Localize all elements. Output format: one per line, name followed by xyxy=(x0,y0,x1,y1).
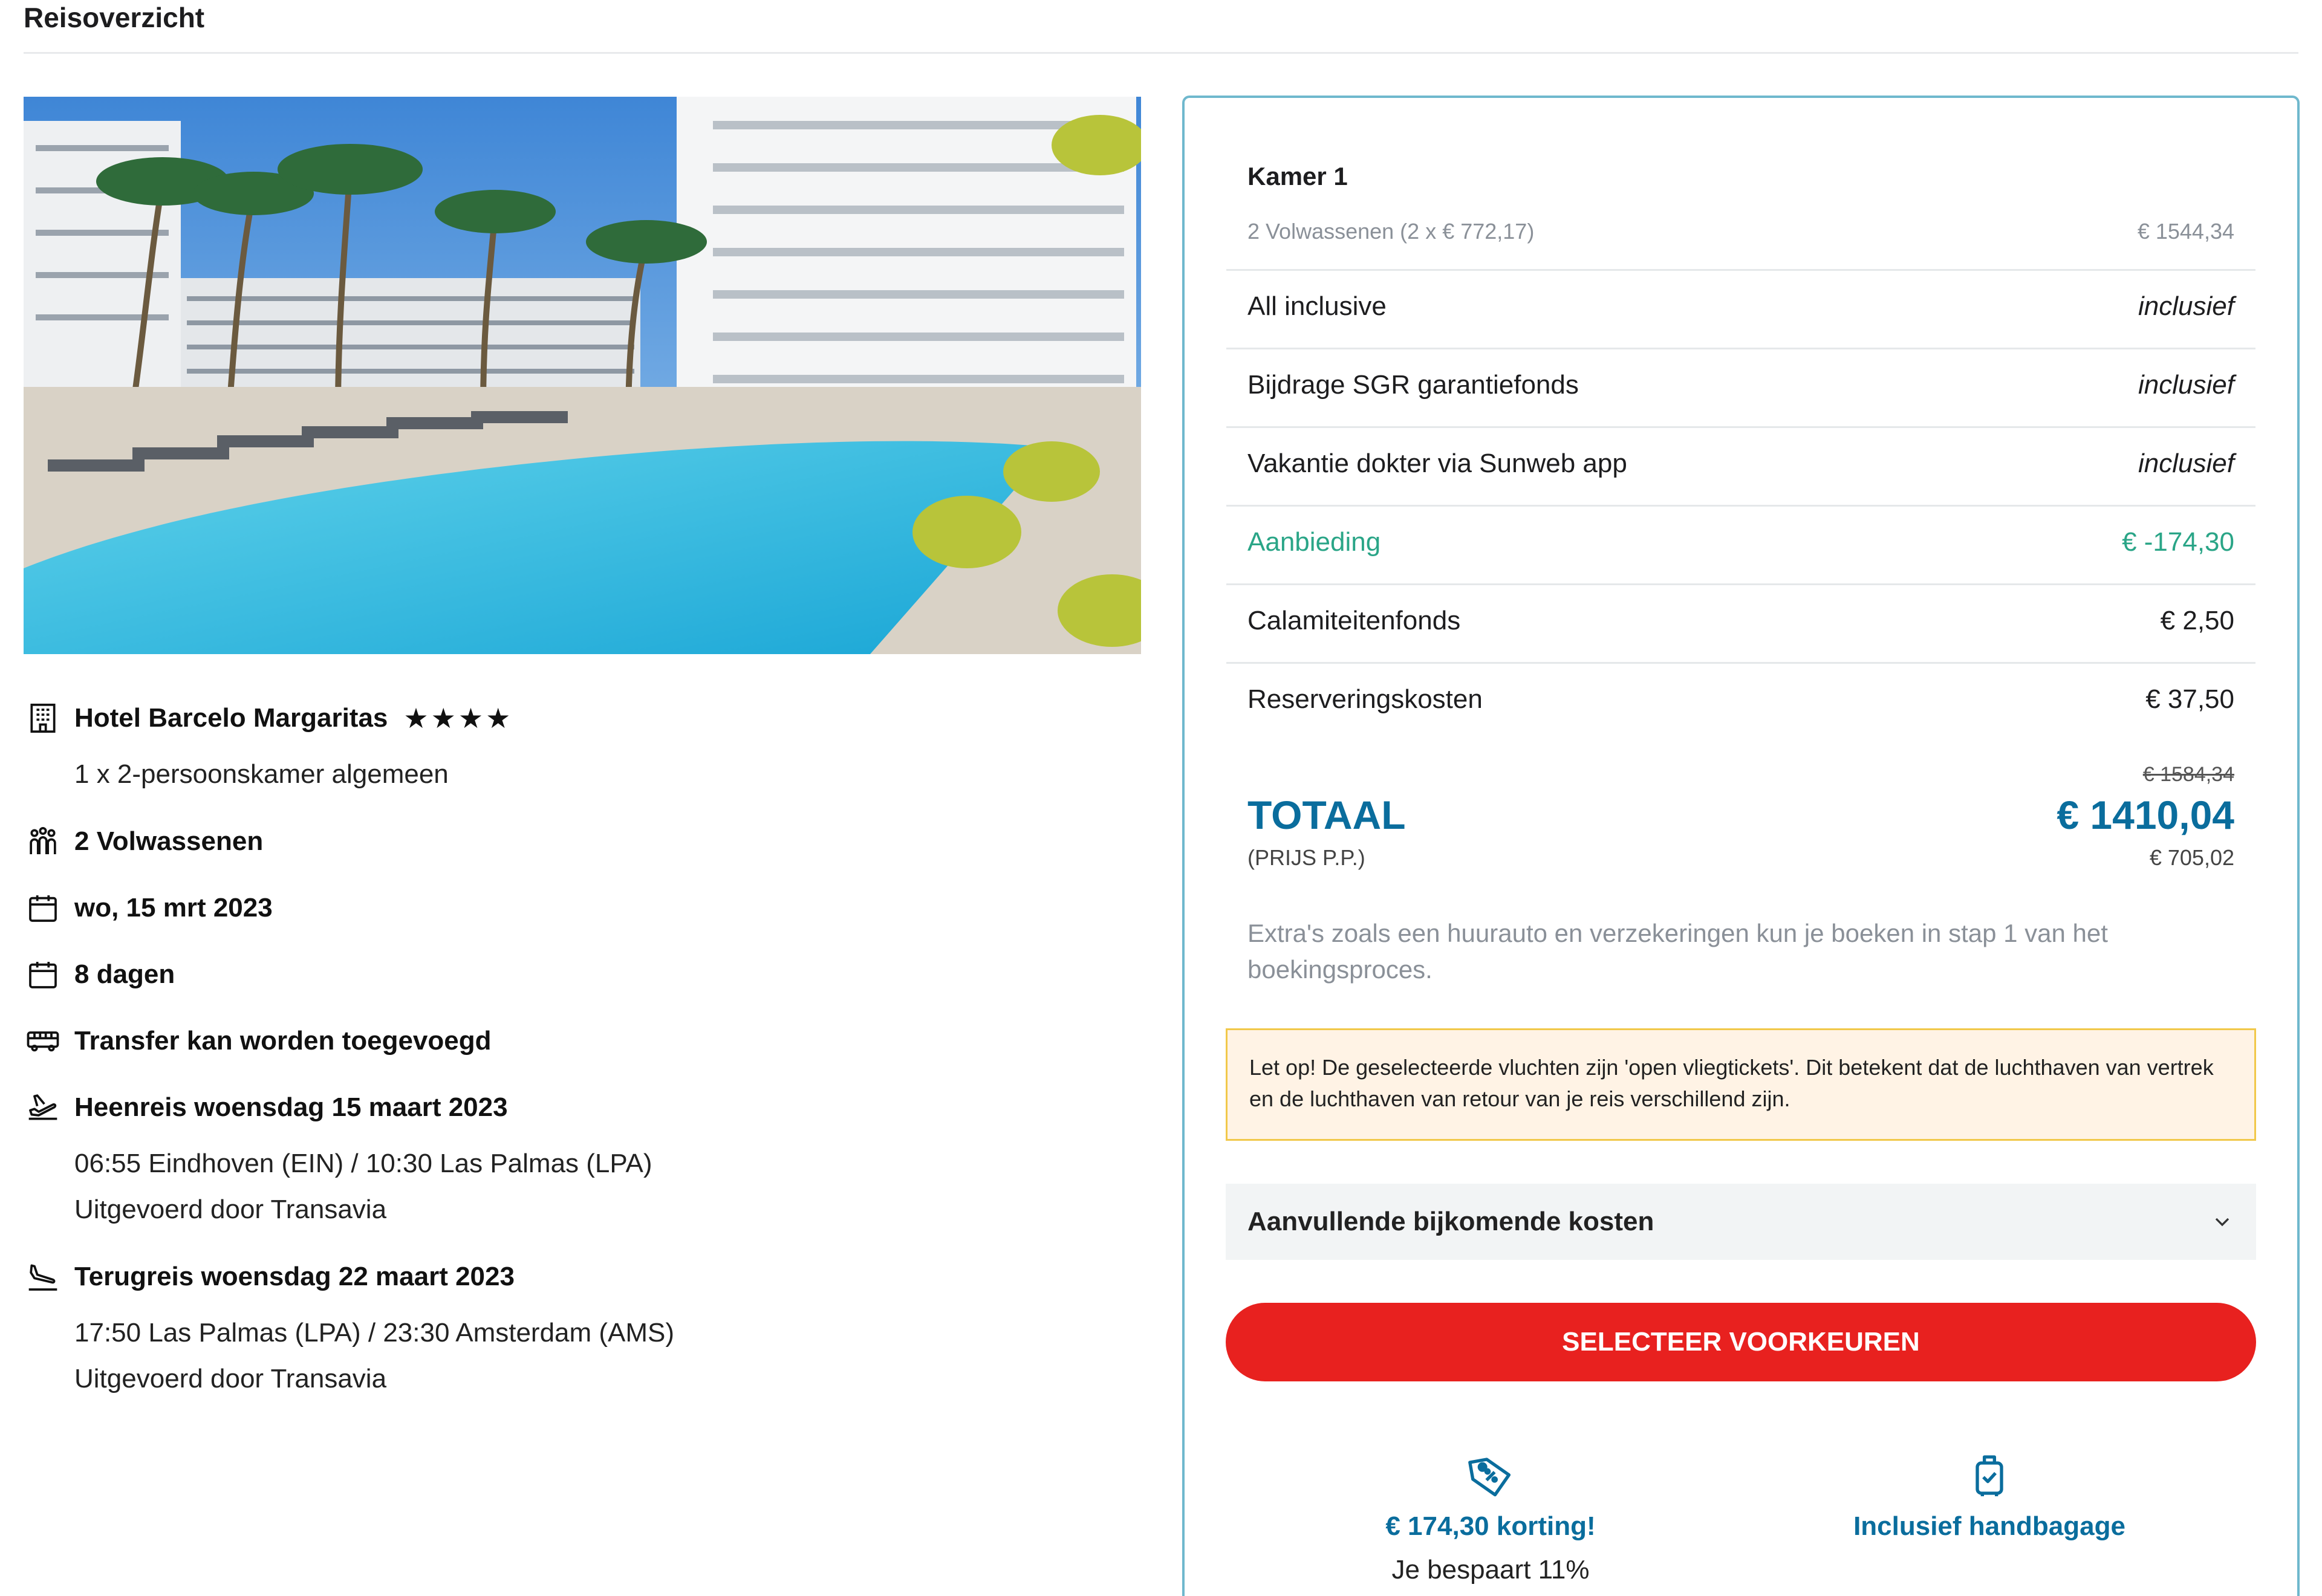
total-old-price: € 1584,34 xyxy=(2142,763,2234,786)
price-line-value: € 37,50 xyxy=(2145,684,2234,714)
price-line-offer: Aanbieding € -174,30 xyxy=(1247,527,2234,557)
bus-icon xyxy=(24,1022,62,1060)
price-line-value: € 1544,34 xyxy=(2137,219,2234,244)
outbound-row: Heenreis woensdag 15 maart 2023 xyxy=(24,1088,508,1127)
calendar-icon xyxy=(24,955,62,994)
outbound-title: Heenreis woensdag 15 maart 2023 xyxy=(74,1092,508,1122)
luggage-check-icon xyxy=(1976,1455,2003,1496)
additional-costs-accordion[interactable]: Aanvullende bijkomende kosten xyxy=(1226,1184,2256,1260)
divider xyxy=(1226,269,2255,271)
chevron-down-icon xyxy=(2215,1218,2229,1227)
room-type: 1 x 2-persoonskamer algemeen xyxy=(74,759,449,789)
outbound-route: 06:55 Eindhoven (EIN) / 10:30 Las Palmas… xyxy=(74,1149,652,1178)
calendar-icon xyxy=(24,889,62,927)
discount-percentage: Je bespaart 11% xyxy=(1391,1555,1590,1585)
price-line-sgr: Bijdrage SGR garantiefonds inclusief xyxy=(1247,370,2234,400)
hotel-row: Hotel Barcelo Margaritas ★★★★ xyxy=(24,699,513,738)
baggage-label: Inclusief handbagage xyxy=(1853,1511,2125,1541)
total-per-person-price: € 705,02 xyxy=(2149,845,2234,870)
baggage-perk: Inclusief handbagage xyxy=(1844,1451,2135,1542)
total-per-person-label: (PRIJS P.P.) xyxy=(1247,845,1365,870)
price-line-value: inclusief xyxy=(2138,449,2234,478)
people-icon xyxy=(24,822,62,861)
return-carrier: Uitgevoerd door Transavia xyxy=(74,1364,387,1393)
building-icon xyxy=(24,699,62,738)
price-line-value: inclusief xyxy=(2138,291,2234,321)
transfer-label: Transfer kan worden toegevoegd xyxy=(74,1026,492,1056)
discount-amount: € 174,30 korting! xyxy=(1385,1511,1596,1541)
price-line-doctor: Vakantie dokter via Sunweb app inclusief xyxy=(1247,449,2234,479)
open-ticket-warning: Let op! De geselecteerde vluchten zijn '… xyxy=(1226,1028,2256,1141)
travellers-label: 2 Volwassenen xyxy=(74,826,264,856)
accordion-label: Aanvullende bijkomende kosten xyxy=(1247,1207,1654,1236)
star-rating: ★★★★ xyxy=(403,702,513,734)
return-row: Terugreis woensdag 22 maart 2023 xyxy=(24,1257,515,1296)
page-title: Reisoverzicht xyxy=(24,2,205,33)
room-title: Kamer 1 xyxy=(1247,162,1348,190)
transfer-row: Transfer kan worden toegevoegd xyxy=(24,1022,492,1060)
price-line-label: Reserveringskosten xyxy=(1247,684,1483,714)
header-divider xyxy=(24,52,2298,54)
divider xyxy=(1226,505,2255,507)
price-line-value: inclusief xyxy=(2138,370,2234,400)
return-title: Terugreis woensdag 22 maart 2023 xyxy=(74,1262,515,1291)
duration-row: 8 dagen xyxy=(24,955,175,994)
hotel-photo[interactable] xyxy=(24,97,1141,654)
hotel-name[interactable]: Hotel Barcelo Margaritas xyxy=(74,703,388,733)
plane-landing-icon xyxy=(24,1257,62,1296)
total-price: € 1410,04 xyxy=(2057,793,2234,837)
select-preferences-button[interactable]: SELECTEER VOORKEUREN xyxy=(1226,1303,2256,1381)
departure-date: wo, 15 mrt 2023 xyxy=(74,893,273,923)
price-line-value: € 2,50 xyxy=(2160,606,2234,635)
price-line-label: Calamiteitenfonds xyxy=(1247,606,1461,635)
price-line-label: Vakantie dokter via Sunweb app xyxy=(1247,449,1627,478)
divider xyxy=(1226,583,2255,585)
discount-perk: € 174,30 korting! Je bespaart 11% xyxy=(1361,1451,1621,1585)
divider xyxy=(1226,662,2255,664)
price-line-label: All inclusive xyxy=(1247,291,1387,321)
date-row: wo, 15 mrt 2023 xyxy=(24,889,273,927)
duration-label: 8 dagen xyxy=(74,959,175,989)
total-label: TOTAAL xyxy=(1247,793,1406,837)
price-line-all-inclusive: All inclusive inclusief xyxy=(1247,291,2234,322)
outbound-carrier: Uitgevoerd door Transavia xyxy=(74,1195,387,1224)
extras-note: Extra's zoals een huurauto en verzekerin… xyxy=(1247,919,2108,984)
price-tag-icon xyxy=(1468,1458,1511,1497)
price-line-booking-fee: Reserveringskosten € 37,50 xyxy=(1247,684,2234,715)
price-line-label: Bijdrage SGR garantiefonds xyxy=(1247,370,1579,400)
price-line-value: € -174,30 xyxy=(2122,527,2234,557)
price-line-label: Aanbieding xyxy=(1247,527,1381,557)
divider xyxy=(1226,348,2255,349)
travellers-row: 2 Volwassenen xyxy=(24,822,263,861)
price-line-adults: 2 Volwassenen (2 x € 772,17) € 1544,34 xyxy=(1247,219,2234,244)
price-line-label: 2 Volwassenen (2 x € 772,17) xyxy=(1247,219,1535,244)
plane-takeoff-icon xyxy=(24,1088,62,1127)
divider xyxy=(1226,426,2255,428)
return-route: 17:50 Las Palmas (LPA) / 23:30 Amsterdam… xyxy=(74,1318,675,1348)
price-line-calamity: Calamiteitenfonds € 2,50 xyxy=(1247,606,2234,636)
